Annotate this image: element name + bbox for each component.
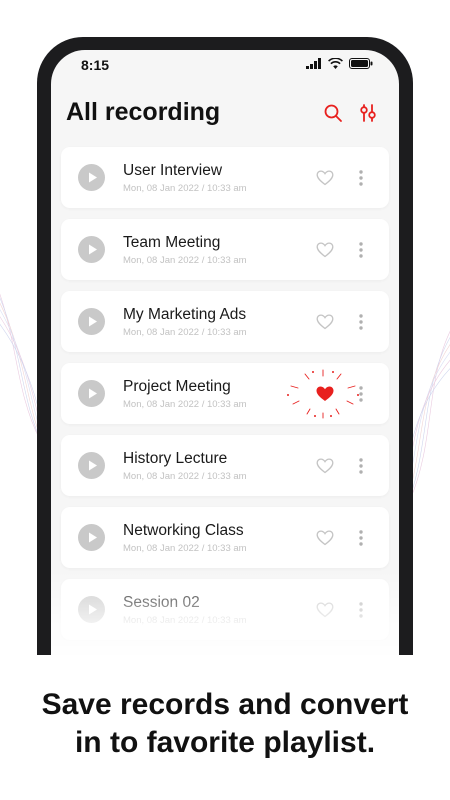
play-icon <box>89 460 97 471</box>
recording-title: Project Meeting <box>123 378 231 395</box>
heart-outline-icon <box>316 170 334 186</box>
recording-date: Mon, 08 Jan 2022 / 10:33 am <box>123 327 247 338</box>
more-vertical-icon <box>359 242 363 258</box>
play-button[interactable] <box>78 164 105 191</box>
favorite-button[interactable] <box>315 528 335 548</box>
recording-date: Mon, 08 Jan 2022 / 10:33 am <box>123 255 247 266</box>
play-button[interactable] <box>78 452 105 479</box>
recording-row[interactable]: History Lecture Mon, 08 Jan 2022 / 10:33 … <box>61 435 389 496</box>
play-button[interactable] <box>78 308 105 335</box>
more-options-button[interactable] <box>356 240 366 260</box>
more-vertical-icon <box>359 530 363 546</box>
more-vertical-icon <box>359 314 363 330</box>
play-icon <box>89 244 97 255</box>
search-button[interactable] <box>322 102 344 124</box>
recording-row[interactable]: My Marketing Ads Mon, 08 Jan 2022 / 10:33… <box>61 291 389 352</box>
status-icons <box>306 58 373 69</box>
heart-outline-icon <box>316 530 334 546</box>
play-icon <box>89 316 97 327</box>
caption-line-1: Save records and convert <box>41 688 409 721</box>
play-icon <box>89 172 97 183</box>
status-bar: 8:15 <box>51 50 399 80</box>
favorite-button[interactable] <box>315 168 335 188</box>
recording-date: Mon, 08 Jan 2022 / 10:33 am <box>123 183 247 194</box>
heart-outline-icon <box>316 314 334 330</box>
caption-line-2: in to favorite playlist. <box>74 726 376 759</box>
app-header: All recording <box>51 94 399 134</box>
heart-outline-icon <box>316 458 334 474</box>
favorite-button[interactable] <box>315 312 335 332</box>
recording-title: Team Meeting <box>123 234 221 251</box>
wifi-icon <box>328 58 343 69</box>
favorite-button[interactable] <box>315 456 335 476</box>
recording-date: Mon, 08 Jan 2022 / 10:33 am <box>123 399 247 410</box>
recording-title: User Interview <box>123 162 223 179</box>
recording-title: My Marketing Ads <box>123 306 247 323</box>
recording-date: Mon, 08 Jan 2022 / 10:33 am <box>123 543 247 554</box>
play-button[interactable] <box>78 236 105 263</box>
battery-icon <box>349 58 373 69</box>
promo-caption: Save records and convert in to favorite … <box>0 686 450 762</box>
more-options-button[interactable] <box>356 528 366 548</box>
favorite-button[interactable] <box>315 240 335 260</box>
play-button[interactable] <box>78 380 105 407</box>
more-vertical-icon <box>359 170 363 186</box>
recording-row[interactable]: Networking Class Mon, 08 Jan 2022 / 10:33… <box>61 507 389 568</box>
recording-title: Networking Class <box>123 522 244 539</box>
filter-button[interactable] <box>357 102 379 124</box>
search-icon <box>324 104 342 122</box>
play-button[interactable] <box>78 524 105 551</box>
status-time: 8:15 <box>81 57 110 73</box>
promo-stage: 8:15 All recording User Interview Mon, 0… <box>0 0 450 800</box>
recording-title: History Lecture <box>123 450 228 467</box>
recording-date: Mon, 08 Jan 2022 / 10:33 am <box>123 471 247 482</box>
play-icon <box>89 388 97 399</box>
more-vertical-icon <box>359 458 363 474</box>
heart-outline-icon <box>316 242 334 258</box>
more-options-button[interactable] <box>356 456 366 476</box>
signal-icon <box>306 58 321 69</box>
more-options-button[interactable] <box>356 312 366 332</box>
recording-row[interactable]: User Interview Mon, 08 Jan 2022 / 10:33 a… <box>61 147 389 208</box>
more-options-button[interactable] <box>356 168 366 188</box>
recording-row[interactable]: Team Meeting Mon, 08 Jan 2022 / 10:33 am <box>61 219 389 280</box>
favorite-burst-decoration <box>287 369 359 419</box>
filter-icon <box>360 104 376 122</box>
play-icon <box>89 532 97 543</box>
page-title: All recording <box>66 98 221 126</box>
